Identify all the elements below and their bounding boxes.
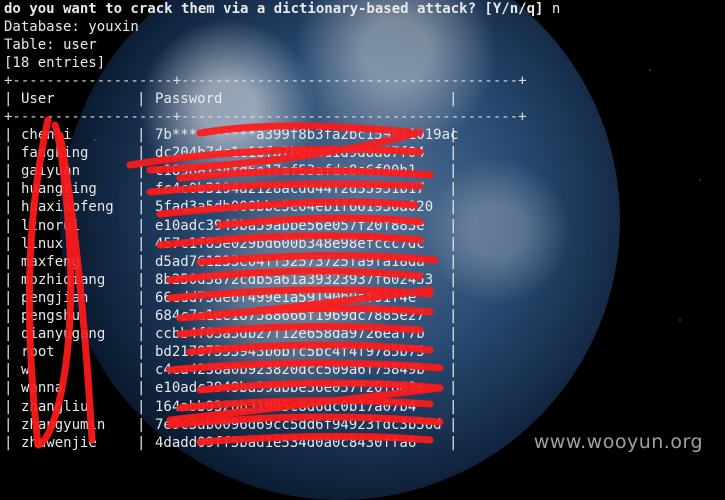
terminal-output: do you want to crack them via a dictiona… — [4, 0, 725, 452]
user-cell: maxfeng — [21, 253, 81, 270]
table-row: | mozhiqiang | 8b250d5872cdb5a61a39323937f6… — [4, 271, 458, 288]
watermark: www.wooyun.org — [533, 431, 703, 453]
entries-line: [18 entries] — [4, 55, 106, 71]
table-row: | linux | 457c1f83e029bd600b348e98efccc7dc | — [4, 235, 458, 252]
user-cell: linorui — [21, 217, 81, 234]
table-body: | chenli | 7b**********a399f8b3fa2bc1595310… — [4, 126, 725, 452]
table-row: | fangking | dc204b7dc1e16fa7b8cdd1d9d8a67f… — [4, 145, 458, 162]
user-cell: chenli — [21, 127, 72, 144]
password-cell: 7e9c3ab0096d69cc5dd6f94923fdc3b56d — [155, 416, 442, 433]
database-line: Database: youxin — [4, 19, 139, 35]
header-password: Password — [155, 91, 223, 107]
password-cell: c4ca4238a0b923820dcc509a6f75849b — [155, 362, 425, 379]
table-row: | huaxiaofeng | 5fad3a5db000bbe5e04eb1f6619… — [4, 199, 458, 216]
password-cell: 684c7a1ee187588666f1969dc7885e27 — [155, 308, 425, 325]
result-table: +-------------------+-------------------… — [4, 72, 725, 452]
header-user: User — [21, 91, 55, 107]
user-cell: pengjian — [21, 289, 89, 306]
password-cell: 4dadd09ff5bad1e534d0a0c8430ffa6 — [155, 434, 417, 451]
table-row: | root | bd21797553943b6bfc5bc4f4f9785b75 | — [4, 344, 458, 361]
table-row: | pengshu | 684c7a1ee187588666f1969dc7885e2… — [4, 308, 458, 325]
password-cell: ccbb4f03a3db27f12e658da9726eaf7b — [155, 326, 425, 343]
user-cell: w — [21, 362, 30, 379]
password-cell: d5ad761233e04ff52573725fa9fa18da — [155, 253, 425, 270]
table-row: | pengjian | 66edd73de6f499e1a59190b0af91f4… — [4, 289, 458, 306]
prompt-answer: n — [551, 1, 561, 17]
table-line: Table: user — [4, 37, 97, 53]
table-row: | w | c4ca4238a0b923820dcc509a6f75849b | — [4, 362, 458, 379]
prompt-question: do you want to crack them via a dictiona… — [4, 1, 544, 17]
table-row: | linorui | e10adc3949ba59abbe56e057f20f883… — [4, 217, 458, 234]
user-cell: qianyugang — [21, 326, 106, 343]
password-cell: 66edd73de6f499e1a59190b0af91f4e — [155, 289, 417, 306]
user-cell: root — [21, 344, 55, 361]
crack-prompt: do you want to crack them via a dictiona… — [4, 0, 725, 18]
password-cell: 8b250d5872cdb5a61a39323937f602453 — [155, 271, 434, 288]
password-cell: bd21797553943b6bfc5bc4f4f9785b75 — [155, 344, 425, 361]
user-cell: pengshu — [21, 308, 81, 325]
user-cell: zhangliu — [21, 398, 89, 415]
user-cell: zhuwenjie — [21, 434, 97, 451]
password-cell: 457c1f83e029bd600b348e98efccc7dc — [155, 235, 425, 252]
password-cell: fc4c0b3194a2128acdd44f2d35931b17 — [155, 181, 425, 198]
user-cell: mozhiqiang — [21, 271, 106, 288]
user-cell: wanna — [21, 380, 64, 397]
user-cell: huangting — [21, 181, 97, 198]
password-cell: 164abb9320b31995c8d6dc0b17a07b4 — [155, 398, 417, 415]
password-cell: e10adc3949ba59abbe56e057f20f883e — [155, 380, 425, 397]
user-cell: gaiyuan — [21, 163, 81, 180]
user-cell: linux — [21, 235, 64, 252]
table-row: | maxfeng | d5ad761233e04ff52573725fa9fa18d… — [4, 253, 458, 270]
table-row: | zhangliu | 164abb9320b31995c8d6dc0b17a07b… — [4, 398, 458, 415]
table-row: | gaiyuan | c1898a134fd6e17af53afdc8e6f00b1… — [4, 163, 458, 180]
table-row: | huangting | fc4c0b3194a2128acdd44f2d35931… — [4, 181, 458, 198]
table-row: | chenli | 7b**********a399f8b3fa2bc1595310… — [4, 127, 459, 144]
table-border-top: +-------------------+-------------------… — [4, 73, 527, 89]
table-row: | wanna | e10adc3949ba59abbe56e057f20f883e | — [4, 380, 458, 397]
user-cell: huaxiaofeng — [21, 199, 114, 216]
password-cell: c1898a134fd6e17af53afdc8e6f00b1 — [155, 163, 417, 180]
password-cell: e10adc3949ba59abbe56e057f20f883e — [155, 217, 425, 234]
password-cell: 7b**********a399f8b3fa2bc159531019ac — [155, 127, 459, 144]
table-border-mid: +-------------------+-------------------… — [4, 109, 527, 126]
user-cell: fangking — [21, 145, 89, 162]
user-cell: zhangyumin — [21, 416, 106, 433]
table-row: | qianyugang | ccbb4f03a3db27f12e658da9726e… — [4, 326, 458, 343]
password-cell: dc204b7dc1e16fa7b8cdd1d9d8a67f04 — [155, 145, 425, 162]
password-cell: 5fad3a5db000bbe5e04eb1f661930a020 — [155, 199, 434, 216]
table-header-row: | User | Password | — [4, 91, 458, 107]
